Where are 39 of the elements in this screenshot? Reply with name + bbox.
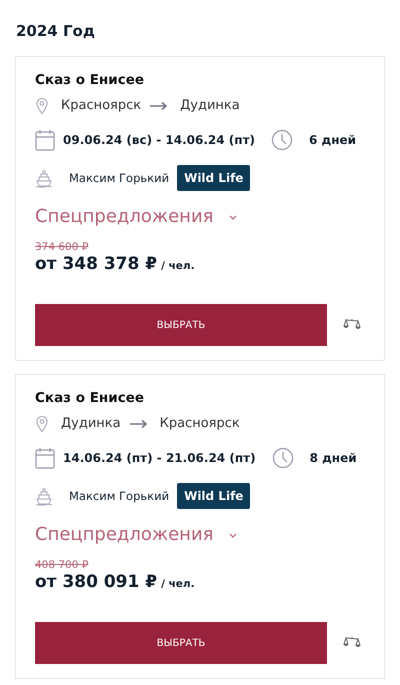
trip-dates: 09.06.24 (вс) - 14.06.24 (пт): [63, 132, 256, 149]
ship-name: Максим Горький: [69, 488, 170, 505]
calendar-icon: [35, 129, 55, 151]
trip-dates: 14.06.24 (пт) - 21.06.24 (пт): [63, 450, 256, 467]
price: от 380 091 ₽: [35, 571, 158, 593]
trip-duration: 6 дней: [309, 132, 356, 149]
cruise-title: Сказ о Енисее: [35, 389, 146, 407]
clock-icon: [271, 129, 294, 151]
arrow-icon: [128, 419, 148, 429]
old-price: 408 700 ₽: [35, 559, 90, 571]
special-offers-link[interactable]: Спецпредложения: [35, 523, 214, 547]
route-origin: Дудинка: [61, 415, 121, 433]
clock-icon: [272, 447, 294, 469]
category-tag: Wild Life: [177, 483, 250, 509]
route-destination: Дудинка: [180, 97, 240, 115]
trip-duration: 8 дней: [310, 450, 357, 467]
per-person-label: / чел.: [161, 577, 195, 592]
location-pin-icon: [35, 97, 49, 115]
cruise-title: Сказ о Енисее: [35, 71, 146, 89]
scales-icon[interactable]: [343, 318, 361, 332]
old-price: 374 600 ₽: [35, 241, 90, 253]
select-button[interactable]: ВЫБРАТЬ: [35, 622, 327, 664]
price: от 348 378 ₽: [35, 253, 158, 275]
scales-icon[interactable]: [343, 636, 361, 650]
ship-icon: [35, 486, 53, 506]
per-person-label: / чел.: [161, 259, 195, 274]
ship-name: Максим Горький: [69, 170, 170, 187]
route-destination: Красноярск: [160, 415, 240, 433]
select-button[interactable]: ВЫБРАТЬ: [35, 304, 327, 346]
special-offers-link[interactable]: Спецпредложения: [35, 205, 214, 229]
category-tag: Wild Life: [177, 165, 250, 191]
section-heading: 2024 Год: [16, 21, 96, 42]
location-pin-icon: [35, 415, 49, 433]
ship-icon: [35, 168, 53, 188]
arrow-icon: [149, 101, 168, 111]
chevron-down-icon: [229, 214, 238, 220]
calendar-icon: [35, 447, 55, 469]
route-origin: Красноярск: [61, 97, 142, 115]
chevron-down-icon: [229, 532, 238, 538]
